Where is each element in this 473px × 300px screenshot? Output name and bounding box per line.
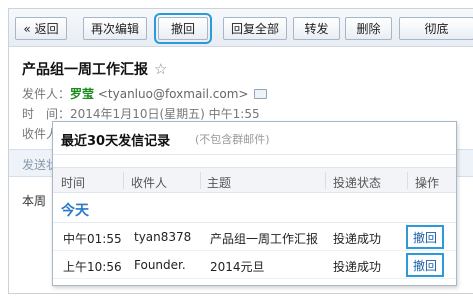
reedit-button[interactable]: 再次编辑 [83, 17, 147, 40]
time-label: 时 间： [22, 107, 71, 121]
row-time: 上午10:56 [63, 260, 122, 274]
contact-card-icon[interactable] [254, 89, 268, 99]
group-label-today: 今天 [61, 203, 89, 219]
purge-button[interactable]: 彻底 [399, 17, 473, 40]
row-subject: 产品组一周工作汇报 [210, 232, 319, 246]
delete-button[interactable]: 删除 [345, 17, 392, 40]
row-status: 投递成功 [333, 232, 382, 246]
column-header-status: 投递状态 [333, 176, 382, 190]
table-row: 上午10:56 Founder. 2014元旦 投递成功 撤回 [53, 251, 456, 279]
sender-name[interactable]: 罗莹 [70, 87, 94, 101]
row-recipient: Founder. [134, 258, 186, 272]
recall-button[interactable]: 撤回 [154, 13, 212, 44]
column-header-subject: 主题 [207, 176, 232, 190]
recall-link[interactable]: 撤回 [406, 253, 444, 277]
star-icon[interactable]: ☆ [154, 60, 167, 78]
reply-all-button[interactable]: 回复全部 [223, 17, 287, 40]
column-header-time: 时间 [61, 176, 86, 190]
send-history-popup: 最近30天发信记录 (不包含群邮件) 时间 收件人 主题 投递状态 操作 今天 … [52, 121, 457, 286]
popup-note: (不包含群邮件) [195, 133, 270, 146]
forward-button[interactable]: 转发 [293, 17, 340, 40]
from-line: 发件人：罗莹 <tyanluo@foxmail.com> [22, 85, 268, 102]
from-label: 发件人： [22, 87, 71, 101]
sender-address: <tyanluo@foxmail.com> [97, 87, 249, 101]
row-time: 中午01:55 [63, 232, 122, 246]
mail-toolbar: « 返回 再次编辑 撤回 回复全部 转发 删除 彻底 [9, 9, 473, 47]
table-row: 中午01:55 tyan8378 产品组一周工作汇报 投递成功 撤回 [53, 223, 456, 251]
row-subject: 2014元旦 [210, 260, 265, 274]
table-header: 时间 收件人 主题 投递状态 操作 [53, 167, 456, 193]
email-body: 本周 [22, 194, 47, 208]
popup-header: 最近30天发信记录 (不包含群邮件) [53, 122, 456, 155]
column-header-recipient: 收件人 [131, 176, 168, 190]
time-line: 时 间：2014年1月10日(星期五) 中午1:55 [22, 105, 260, 122]
column-divider [325, 172, 326, 189]
column-header-action: 操作 [415, 176, 440, 190]
subject-row: 产品组一周工作汇报 ☆ [22, 59, 167, 79]
row-recipient: tyan8378 [134, 230, 192, 244]
column-divider [123, 172, 124, 189]
column-divider [200, 172, 201, 189]
row-status: 投递成功 [333, 260, 382, 274]
back-button[interactable]: « 返回 [15, 17, 67, 40]
recall-link[interactable]: 撤回 [406, 225, 444, 249]
email-subject: 产品组一周工作汇报 [22, 62, 148, 78]
sent-time: 2014年1月10日(星期五) 中午1:55 [70, 107, 260, 121]
column-divider [407, 172, 408, 189]
popup-title: 最近30天发信记录 [61, 134, 171, 149]
